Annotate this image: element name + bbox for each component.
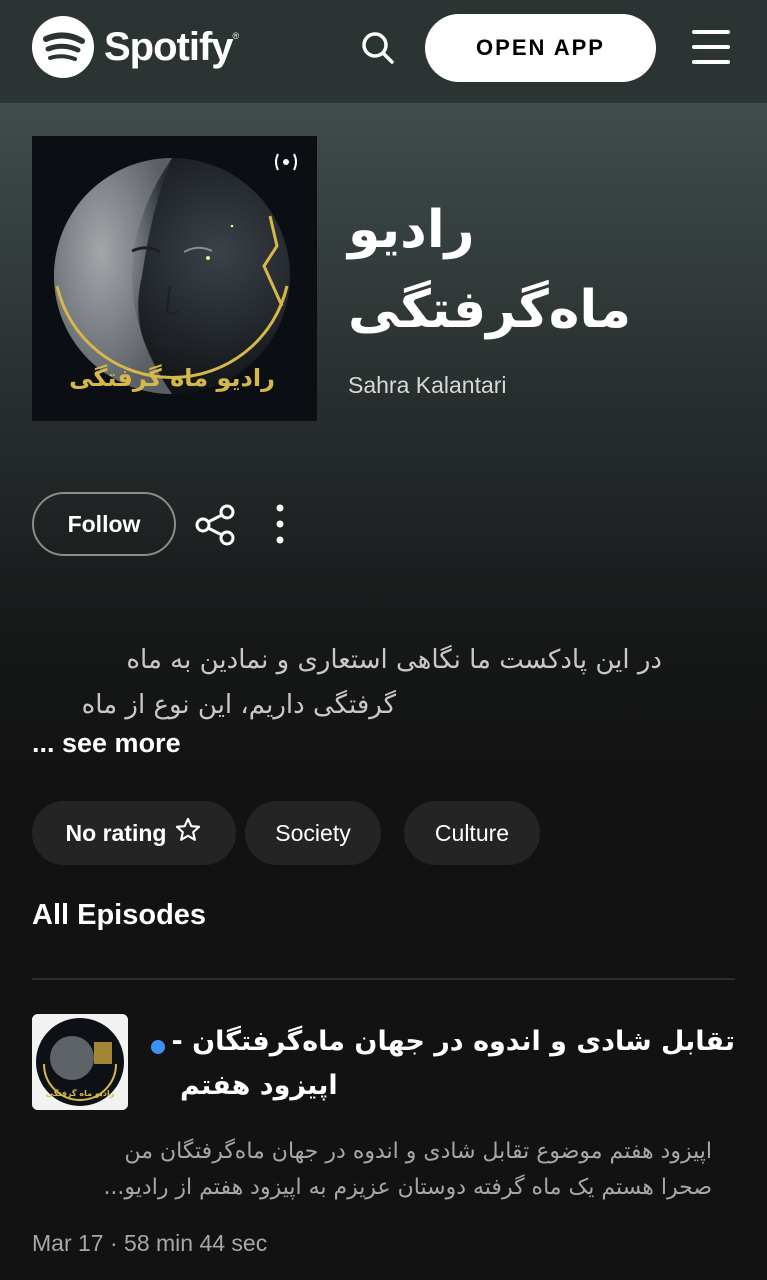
episode-thumbnail[interactable]: رادیو ماه گرفتگی (32, 1014, 128, 1110)
episode-title-line-2: اپیزود هفتم (180, 1070, 338, 1101)
podcast-title-line-1: رادیو (348, 200, 475, 260)
category-chip-society[interactable]: Society (245, 801, 381, 865)
section-divider (32, 978, 735, 980)
podcast-description: در این پادکست ما نگاهی استعاری و نمادین … (32, 638, 662, 728)
follow-button[interactable]: Follow (32, 492, 176, 556)
hamburger-menu-icon[interactable] (692, 30, 730, 66)
more-options-icon[interactable] (268, 502, 292, 546)
podcast-title: رادیو ماه‌گرفتگی (348, 190, 648, 350)
search-icon[interactable] (358, 28, 398, 68)
episode-title[interactable]: تقابل شادی و اندوه در جهان ماه‌گرفتگان -… (171, 1020, 735, 1108)
spotify-logo[interactable]: Spotify® (32, 16, 239, 78)
see-more-link[interactable]: ... see more (32, 728, 181, 759)
episode-title-line-1: تقابل شادی و اندوه در جهان ماه‌گرفتگان - (171, 1026, 735, 1057)
new-episode-indicator (151, 1040, 165, 1054)
podcast-author[interactable]: Sahra Kalantari (348, 372, 507, 399)
episode-description-line-2: صحرا هستم یک ماه گرفته دوستان عزیزم به ا… (103, 1175, 712, 1200)
episode-meta: Mar 17 · 58 min 44 sec (32, 1230, 268, 1256)
description-line-1: در این پادکست ما نگاهی استعاری و نمادین … (126, 645, 662, 675)
thumbnail-caption: رادیو ماه گرفتگی (46, 1088, 115, 1098)
open-app-button[interactable]: OPEN APP (425, 14, 656, 82)
episode-description-line-1: اپیزود هفتم موضوع تقابل شادی و اندوه در … (124, 1139, 713, 1164)
description-line-2: گرفتگی داریم، این نوع از ماه (81, 690, 396, 720)
category-chip-culture[interactable]: Culture (404, 801, 540, 865)
cover-caption: رادیو ماه گرفتگی (69, 364, 275, 392)
episode-description: اپیزود هفتم موضوع تقابل شادی و اندوه در … (32, 1134, 712, 1206)
share-icon[interactable] (193, 502, 239, 548)
podcast-title-line-2: ماه‌گرفتگی (348, 280, 632, 340)
brand-name: Spotify® (104, 24, 239, 69)
rating-chip[interactable]: No rating (32, 801, 236, 865)
rating-label: No rating (65, 819, 167, 846)
spotify-icon (32, 16, 94, 78)
all-episodes-heading: All Episodes (32, 899, 207, 931)
podcast-cover-image: رادیو ماه گرفتگی (32, 136, 317, 421)
top-navigation-bar: Spotify® OPEN APP (0, 0, 767, 103)
star-icon (174, 816, 202, 850)
